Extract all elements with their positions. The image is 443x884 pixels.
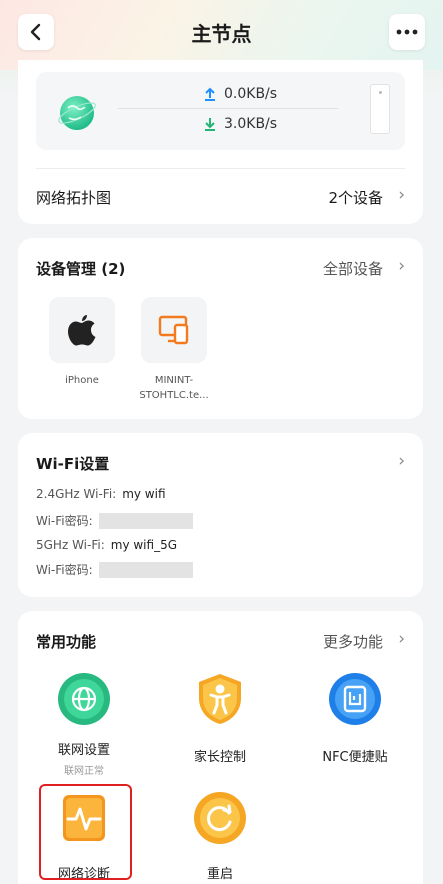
wifi-settings-title: Wi-Fi设置 [36,455,110,473]
restart-icon [194,792,246,844]
feature-label: 家长控制 [193,750,246,765]
node-status-card: 0.0KB/s 3.0KB/s 网络拓扑图 2个设备 › [18,60,423,224]
device-tile[interactable] [141,297,207,363]
network-globe-icon [58,96,96,130]
wifi-settings-card[interactable]: Wi-Fi设置 › 2.4GHz Wi-Fi: my wifi Wi-Fi密码:… [18,433,423,597]
more-button[interactable] [389,14,425,50]
upload-arrow-icon [205,87,215,101]
speed-divider [118,108,338,109]
apple-icon [68,315,96,346]
common-functions-card: 常用功能 更多功能 › 联网设置 联网正常 家长控制 NFC便捷贴 网络诊断 重… [18,611,423,884]
device-name: iPhone [65,375,99,386]
feature-label: NFC便捷贴 [322,750,388,765]
download-arrow-icon [205,118,215,131]
feature-status: 联网正常 [64,766,104,777]
device-item-iphone[interactable]: iPhone [32,297,132,388]
router-device-icon [370,84,390,134]
page-title: 主节点 [191,22,252,46]
chevron-right-icon[interactable]: › [398,185,405,205]
wifi-password-label: Wi-Fi密码: [36,514,93,528]
wifi-24g-label: 2.4GHz Wi-Fi: [36,487,117,501]
masked-password [98,561,193,578]
wifi-5g-ssid: my wifi_5G [110,538,177,552]
speed-panel: 0.0KB/s 3.0KB/s [36,72,405,150]
topology-device-count[interactable]: 2个设备 [328,187,383,208]
divider [36,168,405,169]
wifi-24g-password-row: Wi-Fi密码: [36,512,193,529]
chevron-right-icon[interactable]: › [398,629,405,649]
device-tile[interactable] [49,297,115,363]
common-functions-title: 常用功能 [36,633,97,651]
wifi-5g-label: 5GHz Wi-Fi: [36,538,105,552]
chevron-right-icon[interactable]: › [398,451,405,471]
all-devices-link[interactable]: 全部设备 [323,258,383,279]
chevron-right-icon[interactable]: › [398,256,405,276]
wifi-24g-ssid: my wifi [122,487,166,501]
download-speed-row: 3.0KB/s [204,116,277,132]
device-management-title: 设备管理 (2) [36,260,126,278]
nfc-icon [329,673,381,725]
selection-highlight [39,784,132,880]
upload-speed: 0.0KB/s [224,86,278,102]
topology-label[interactable]: 网络拓扑图 [36,187,111,208]
feature-restart[interactable]: 重启 [160,791,280,882]
masked-password [98,512,193,529]
device-management-card: 设备管理 (2) 全部设备 › iPhone MININT-STOHTLC.te… [18,238,423,419]
pc-phone-icon [158,315,189,345]
feature-label: 重启 [206,867,233,882]
device-item-pc[interactable]: MININT-STOHTLC.te... [124,297,224,403]
more-functions-link[interactable]: 更多功能 [323,631,383,652]
upload-speed-row: 0.0KB/s [204,86,277,102]
feature-nfc[interactable]: NFC便捷贴 [295,672,415,765]
feature-parental-control[interactable]: 家长控制 [160,672,280,765]
feature-network-settings[interactable]: 联网设置 联网正常 [24,672,144,777]
wifi-password-label: Wi-Fi密码: [36,563,93,577]
child-shield-icon [199,674,241,724]
more-icon [396,29,418,35]
device-name: MININT-STOHTLC.te... [139,375,209,401]
wifi-5g-row: 5GHz Wi-Fi: my wifi_5G [36,538,177,552]
wifi-24g-row: 2.4GHz Wi-Fi: my wifi [36,487,166,501]
download-speed: 3.0KB/s [224,116,278,132]
wifi-5g-password-row: Wi-Fi密码: [36,561,193,578]
feature-label: 联网设置 [57,743,110,758]
globe-icon [58,673,110,725]
